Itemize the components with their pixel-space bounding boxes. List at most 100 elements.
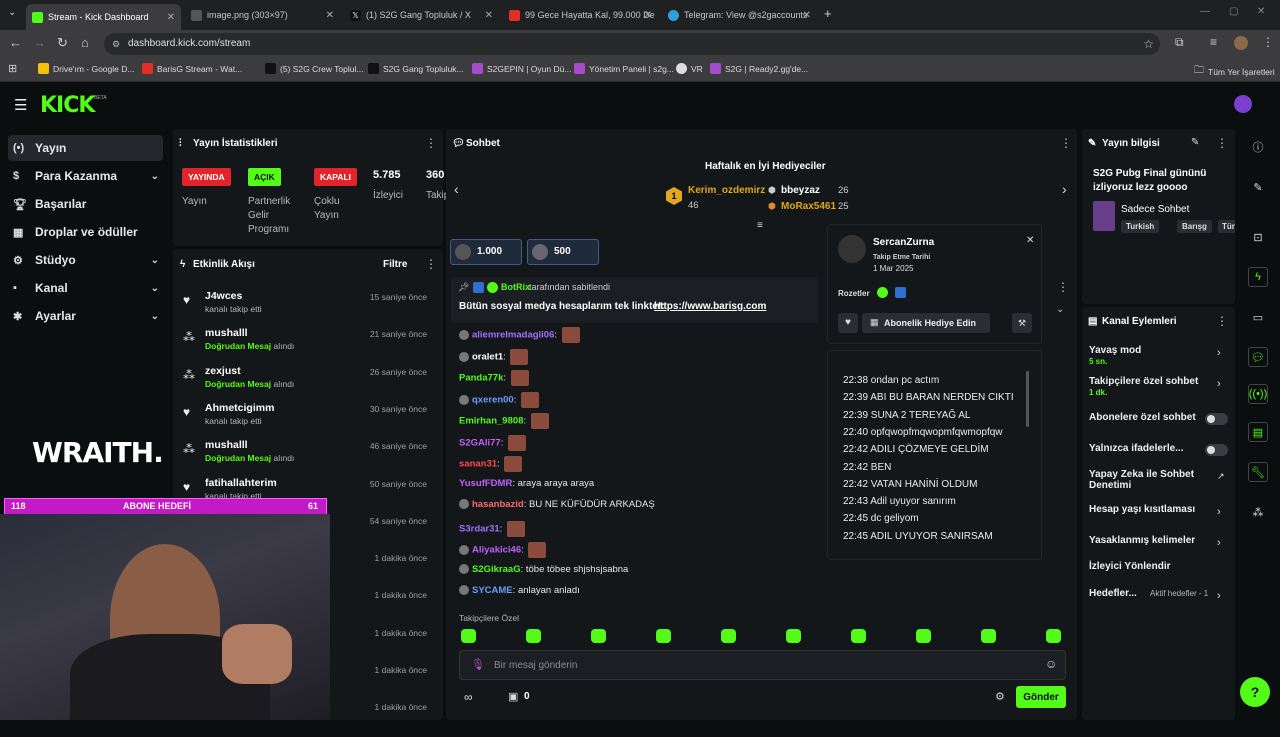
settings-icon[interactable]: ⚙ [995, 690, 1005, 703]
all-bookmarks[interactable]: 🗀 Tüm Yer İşaretleri [1194, 63, 1275, 80]
chat-username[interactable]: S3rdar31 [459, 523, 500, 534]
log-scrollbar[interactable] [1026, 371, 1029, 427]
url-field[interactable]: ⚙ dashboard.kick.com/stream ☆ [104, 33, 1160, 55]
bookmark-star-icon[interactable]: ☆ [1143, 33, 1154, 55]
toggle-switch[interactable] [1205, 413, 1228, 425]
tab-youtube[interactable]: 99 Gece Hayatta Kal, 99.000 De ✕ [503, 4, 658, 26]
chat-username[interactable]: S2GAli77 [459, 437, 501, 448]
toggle-switch[interactable] [1205, 444, 1228, 456]
channel-action-label[interactable]: Hesap yaşı kısıtlaması [1089, 504, 1207, 515]
gifter-name[interactable]: bbeyzaz [781, 185, 820, 196]
tag[interactable]: Turkish [1121, 220, 1160, 233]
channel-action-label[interactable]: Yapay Zeka ile Sohbet Denetimi [1089, 469, 1207, 491]
emote-icon[interactable] [786, 629, 801, 643]
close-window-icon[interactable]: ✕ [1257, 6, 1265, 17]
activity-item[interactable]: ♥ Ahmetcigimm kanalı takip etti 30 saniye ö… [173, 402, 435, 439]
layout-icon[interactable]: ▤ [1248, 422, 1268, 442]
tag[interactable]: Barışg [1177, 220, 1212, 233]
collapse-icon[interactable]: ≡ [757, 220, 763, 231]
close-icon[interactable]: ✕ [485, 10, 493, 21]
tab-kick-dashboard[interactable]: Stream - Kick Dashboard ✕ [26, 4, 181, 30]
chat-username[interactable]: S2GikraaG [472, 564, 521, 575]
more-options-icon[interactable]: ⋮ [1216, 314, 1228, 328]
more-options-icon[interactable]: ⋮ [1060, 136, 1072, 150]
sidebar-item-para-kazanma[interactable]: $ Para Kazanma ⌄ [8, 163, 163, 189]
emote-icon[interactable] [591, 629, 606, 643]
channel-action-label[interactable]: Abonelere özel sohbet [1089, 412, 1207, 423]
home-icon[interactable]: ⌂ [81, 35, 89, 50]
chevron-right-icon[interactable]: › [1062, 181, 1067, 197]
chat-input[interactable]: 🎙︎ Bir mesaj gönderin ☺ [459, 650, 1066, 680]
wrench-icon[interactable]: 🔧︎ [1248, 462, 1268, 482]
channel-action-label[interactable]: İzleyici Yönlendir [1089, 561, 1207, 572]
kick-logo[interactable]: KICK [40, 93, 95, 118]
chat-message[interactable]: SYCAME: anlayan anladı [459, 585, 580, 596]
activity-user[interactable]: mushalll [205, 327, 248, 339]
emote-icon[interactable] [981, 629, 996, 643]
sidebar-item-yayin[interactable]: (•) Yayın [8, 135, 163, 161]
chevron-right-icon[interactable]: › [1217, 590, 1221, 602]
broadcast-icon[interactable]: ((•)) [1248, 384, 1268, 404]
roles-icon[interactable]: ⁂ [1248, 502, 1268, 522]
heart-icon[interactable]: ♥ [838, 313, 858, 333]
site-info-icon[interactable]: ⚙ [112, 33, 120, 55]
chat-username[interactable]: aliemrelmadagii06 [472, 330, 554, 341]
bookmark-item[interactable]: VR [676, 63, 703, 74]
emote-icon[interactable] [916, 629, 931, 643]
channel-action-label[interactable]: Yalnızca ifadelerle... [1089, 443, 1207, 454]
more-options-icon[interactable]: ⋮ [425, 257, 437, 271]
chat-message[interactable]: S3rdar31: [459, 520, 525, 537]
channel-action-label[interactable]: Yasaklanmış kelimeler [1089, 535, 1207, 546]
chat-username[interactable]: qxeren00 [472, 394, 514, 405]
emote-icon[interactable] [461, 629, 476, 643]
support-chat-icon[interactable]: ? [1240, 677, 1270, 707]
chat-username[interactable]: Panda77k [459, 373, 503, 384]
chat-message[interactable]: Emirhan_9808: [459, 413, 549, 429]
emote-icon[interactable] [526, 629, 541, 643]
bookmark-item[interactable]: Drive'ım - Google D... [38, 63, 134, 74]
tab-x[interactable]: 𝕏 (1) S2G Gang Topluluk / X ✕ [344, 4, 499, 26]
chat-username[interactable]: YusufFDMR [459, 478, 512, 489]
activity-user[interactable]: fatihallahterim [205, 477, 277, 489]
user-avatar[interactable] [1234, 95, 1252, 113]
tab-image[interactable]: image.png (303×97) ✕ [185, 4, 340, 26]
emote-icon[interactable] [656, 629, 671, 643]
hamburger-menu-icon[interactable]: ☰ [14, 96, 27, 114]
pinned-by-user[interactable]: BotRix [501, 282, 530, 292]
chat-message[interactable]: oralet1: [459, 348, 529, 365]
chevron-right-icon[interactable]: › [1217, 506, 1221, 518]
crop-icon[interactable]: ⊡ [1248, 227, 1268, 247]
info-icon[interactable]: ⓘ [1248, 137, 1268, 157]
sidebar-item-basarilar[interactable]: 🏆︎ Başarılar [8, 191, 163, 217]
activity-item[interactable]: ⁂ mushalll Doğrudan Mesaj alındı 46 saniye … [173, 439, 435, 476]
sidebar-item-studyo[interactable]: ⚙ Stüdyo ⌄ [8, 247, 163, 273]
profile-avatar[interactable] [1234, 36, 1248, 50]
bookmark-item[interactable]: S2G Gang Topluluk... [368, 63, 464, 74]
chat-username[interactable]: Aliyakici46 [472, 545, 521, 556]
activity-item[interactable]: ⁂ zexjust Doğrudan Mesaj alındı 26 saniye ö… [173, 365, 435, 402]
activity-user[interactable]: zexjust [205, 365, 241, 377]
tab-list-icon[interactable]: ⌄ [8, 7, 16, 18]
gift-sub-button[interactable]: ▦ Abonelik Hediye Edin [862, 313, 990, 333]
chevron-down-icon[interactable]: ⌄ [1056, 304, 1064, 315]
new-tab-icon[interactable]: + [824, 6, 832, 21]
chat-username[interactable]: sanan31 [459, 459, 497, 470]
bookmark-item[interactable]: Yönetim Paneli | s2g... [574, 63, 674, 74]
bookmark-item[interactable]: S2GEPIN | Oyun Dü... [472, 63, 571, 74]
goal-card[interactable]: 1.000 [450, 239, 522, 265]
channel-action-label[interactable]: Takipçilere özel sohbet [1089, 376, 1207, 387]
pencil-icon[interactable]: ✎ [1191, 137, 1199, 148]
chat-message[interactable]: S2GikraaG: töbe töbee shjshsjsabna [459, 564, 628, 575]
gifter-name[interactable]: Kerim_ozdemirz [688, 185, 765, 196]
category-name[interactable]: Sadece Sohbet [1121, 204, 1189, 215]
more-options-icon[interactable]: ⋮ [1216, 136, 1228, 150]
chat-message[interactable]: Panda77k: [459, 370, 529, 386]
points-icon[interactable]: ∞ [464, 690, 473, 704]
activity-user[interactable]: mushalll [205, 439, 248, 451]
close-icon[interactable]: ✕ [803, 10, 811, 21]
emote-icon[interactable] [1046, 629, 1061, 643]
sidebar-item-ayarlar[interactable]: ✱ Ayarlar ⌄ [8, 303, 163, 329]
activity-item[interactable]: ⁂ mushalll Doğrudan Mesaj alındı 21 saniye … [173, 327, 435, 364]
extensions-icon[interactable]: ⧉ [1175, 35, 1184, 50]
goal-card[interactable]: 500 [527, 239, 599, 265]
